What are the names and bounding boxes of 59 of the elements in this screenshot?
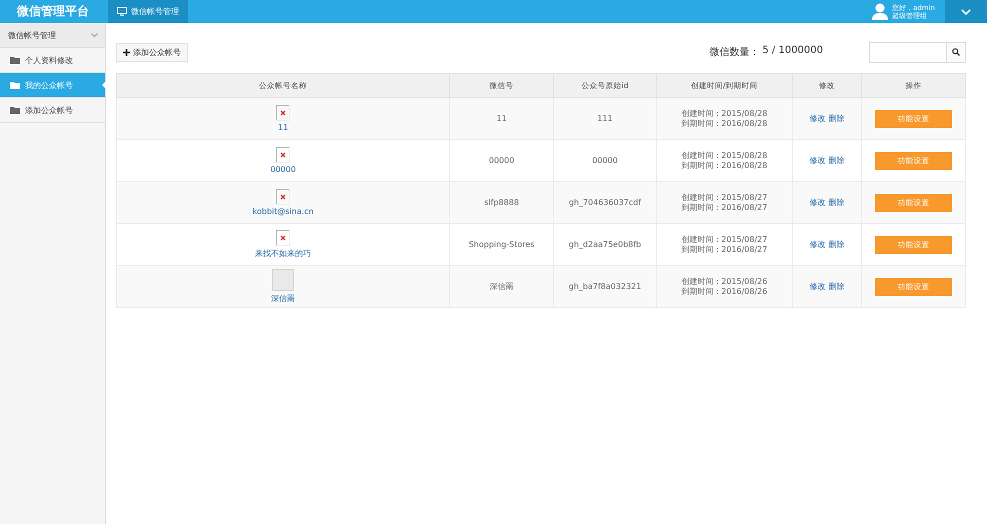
expiry-time: 到期时间：2016/08/27 [680, 202, 768, 212]
expiry-time: 到期时间：2016/08/28 [680, 118, 768, 128]
original-id: gh_ba7f8a032321 [568, 282, 642, 291]
broken-image-icon [276, 230, 290, 246]
broken-image-icon [276, 105, 290, 121]
created-time: 创建时间：2015/08/27 [680, 192, 768, 202]
delete-link[interactable]: 删除 [828, 239, 844, 250]
count-label: 微信数量： [709, 46, 760, 59]
original-id: 111 [597, 114, 613, 123]
avatar-icon [872, 3, 888, 20]
account-name-link[interactable]: kobbit@sina.cn [252, 207, 314, 216]
edit-link[interactable]: 修改 [809, 239, 826, 250]
delete-link[interactable]: 删除 [828, 155, 844, 166]
search-field[interactable] [869, 42, 966, 62]
folder-icon [10, 56, 20, 64]
monitor-icon [117, 7, 127, 16]
created-time: 创建时间：2015/08/26 [680, 276, 768, 286]
original-id: gh_704636037cdf [568, 198, 642, 207]
created-time: 创建时间：2015/08/27 [680, 234, 768, 244]
count-value: 5 / 1000000 [762, 45, 823, 58]
wechat-id: Shopping-Stores [468, 240, 534, 249]
edit-link[interactable]: 修改 [809, 281, 826, 292]
wechat-id: 00000 [488, 156, 514, 165]
chevron-icon [961, 8, 971, 14]
dropdown-button[interactable] [945, 0, 987, 23]
brand-title: 微信管理平台 [16, 3, 90, 20]
edit-link[interactable]: 修改 [809, 113, 826, 124]
original-id: 00000 [592, 156, 618, 165]
created-time: 创建时间：2015/08/28 [680, 108, 768, 118]
account-name-link[interactable]: 来找不如来的巧 [255, 248, 312, 259]
expiry-time: 到期时间：2016/08/27 [680, 244, 768, 254]
created-time: 创建时间：2015/08/28 [680, 150, 768, 160]
edit-link[interactable]: 修改 [809, 197, 826, 208]
sidebar-group-header[interactable]: 微信帐号管理 [0, 23, 105, 48]
folder-icon [10, 106, 20, 114]
account-name-link[interactable]: 00000 [270, 165, 296, 174]
expiry-time: 到期时间：2016/08/26 [680, 286, 768, 296]
delete-link[interactable]: 删除 [828, 113, 844, 124]
group-label: 微信帐号管理 [8, 30, 56, 40]
sidebar-item[interactable]: 添加公众帐号 [0, 98, 105, 123]
add-account-button[interactable]: 添加公众帐号 [116, 42, 188, 62]
account-name-link[interactable]: 11 [278, 123, 288, 132]
account-name-link[interactable]: 深信罱 [271, 293, 296, 304]
broken-image-icon [276, 189, 290, 205]
expiry-time: 到期时间：2016/08/28 [680, 160, 768, 170]
original-id: gh_d2aa75e0b8fb [568, 240, 642, 249]
wechat-id: slfp8888 [484, 198, 519, 207]
edit-link[interactable]: 修改 [809, 155, 826, 166]
search-button[interactable] [946, 42, 965, 62]
wechat-id: 11 [496, 114, 507, 123]
folder-icon [10, 81, 20, 89]
delete-link[interactable]: 删除 [828, 281, 844, 292]
wechat-id: 深信罱 [490, 282, 514, 291]
nav-tab[interactable]: 微信帐号管理 [108, 0, 188, 23]
delete-link[interactable]: 删除 [828, 197, 844, 208]
plus-icon [123, 48, 130, 56]
thumbnail-placeholder [272, 269, 294, 291]
search-icon [952, 48, 960, 56]
broken-image-icon [276, 147, 290, 163]
